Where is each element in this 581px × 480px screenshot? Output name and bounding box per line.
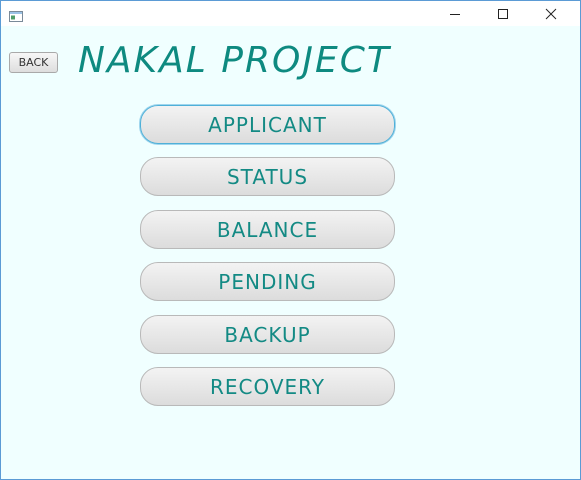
minimize-button[interactable] [432, 1, 478, 26]
applicant-button[interactable]: APPLICANT [140, 105, 395, 144]
recovery-button[interactable]: RECOVERY [140, 367, 395, 406]
close-icon [545, 8, 557, 19]
backup-button[interactable]: BACKUP [140, 315, 395, 354]
main-content: BACK NAKAL PROJECT APPLICANT STATUS BALA… [1, 26, 580, 479]
close-button[interactable] [528, 1, 574, 26]
app-window: BACK NAKAL PROJECT APPLICANT STATUS BALA… [0, 0, 581, 480]
title-bar[interactable] [1, 1, 580, 26]
maximize-button[interactable] [480, 1, 526, 26]
minimize-icon [450, 13, 460, 15]
app-icon [9, 7, 23, 22]
page-title: NAKAL PROJECT [78, 40, 391, 81]
back-button[interactable]: BACK [9, 52, 58, 73]
balance-button[interactable]: BALANCE [140, 210, 395, 249]
maximize-icon [498, 8, 508, 19]
pending-button[interactable]: PENDING [140, 262, 395, 301]
status-button[interactable]: STATUS [140, 157, 395, 196]
